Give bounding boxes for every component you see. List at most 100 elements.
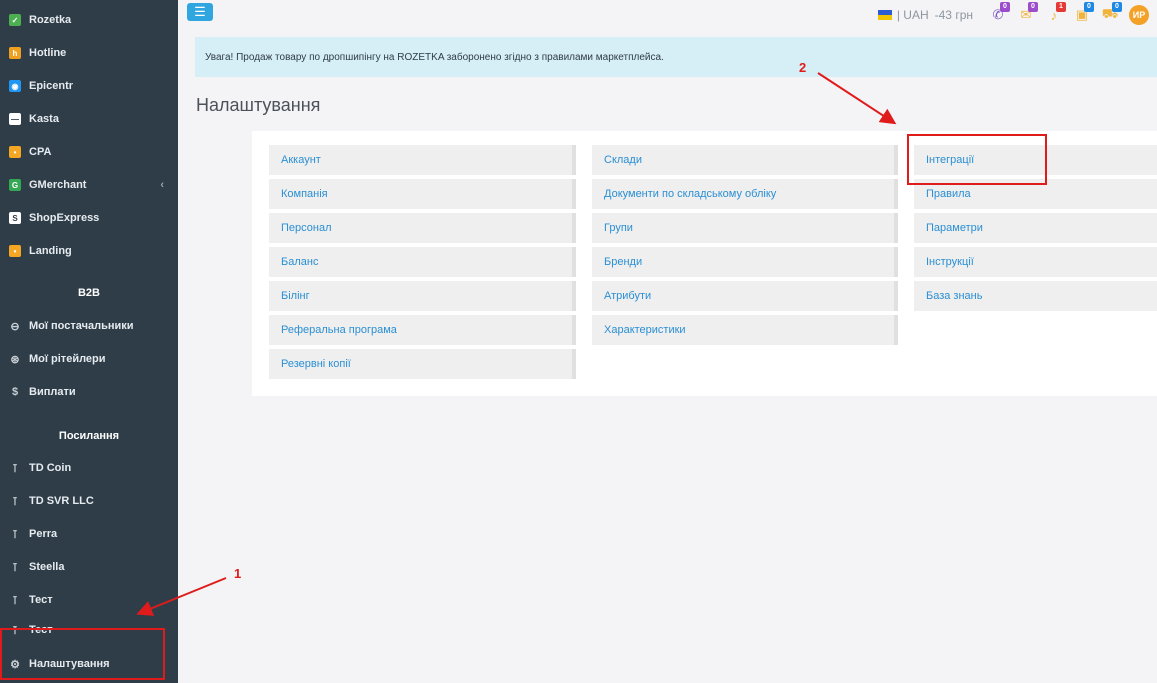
sidebar-item-shopexpress[interactable]: S ShopExpress (0, 202, 178, 234)
box-badge: 0 (1084, 2, 1094, 12)
chat-icon[interactable]: ✉ 0 (1017, 2, 1038, 24)
sidebar-item-retailers[interactable]: ⊛ Мої рітейлери (0, 343, 178, 375)
suppliers-icon: ⊖ (10, 320, 20, 333)
sidebar-item-suppliers[interactable]: ⊖ Мої постачальники (0, 310, 178, 342)
epicentr-icon: ◉ (9, 80, 21, 92)
sidebar-item-link[interactable]: ⊺ Perra (0, 518, 178, 550)
pin-icon: ⊺ (12, 594, 18, 607)
annotation-label-2: 2 (799, 60, 807, 75)
phone-icon[interactable]: ✆ 0 (989, 2, 1010, 24)
sidebar-item-label: Steella (29, 561, 65, 573)
page-title: Налаштування (196, 95, 321, 115)
bell-icon[interactable]: ♪ 1 (1045, 2, 1066, 24)
sidebar-item-label: Epicentr (29, 80, 74, 92)
settings-link-backups[interactable]: Резервні копії (269, 349, 576, 379)
pin-icon: ⊺ (12, 561, 18, 574)
sidebar-item-payouts[interactable]: $ Виплати (0, 376, 178, 408)
settings-link-staff[interactable]: Персонал (269, 213, 576, 243)
cart-icon[interactable]: ⛟ 0 (1101, 2, 1122, 24)
landing-icon: • (9, 245, 21, 257)
rozetka-icon: ✓ (9, 14, 21, 26)
annotation-arrow-2 (817, 72, 897, 125)
menu-toggle-button[interactable]: ☰ (187, 3, 213, 21)
top-bar: ☰ | UAH -43 грн ✆ 0 ✉ 0 ♪ 1 ▣ 0 ⛟ 0 ИР (178, 0, 1157, 30)
top-bar-right: | UAH -43 грн ✆ 0 ✉ 0 ♪ 1 ▣ 0 ⛟ 0 ИР (877, 2, 1149, 26)
sidebar-item-label: Налаштування (29, 658, 110, 670)
sidebar-item-hotline[interactable]: h Hotline (0, 37, 178, 69)
sidebar-item-link[interactable]: ⊺ Тест (0, 584, 178, 616)
sidebar-item-label: Rozetka (29, 14, 72, 26)
sidebar: ✓ Rozetka h Hotline ◉ Epicentr — Kasta •… (0, 0, 178, 683)
sidebar-item-label: Мої рітейлери (29, 353, 106, 365)
settings-link-account[interactable]: Аккаунт (269, 145, 576, 175)
currency-label[interactable]: | UAH (897, 8, 929, 22)
settings-link-parameters[interactable]: Параметри (914, 213, 1157, 243)
sidebar-item-link[interactable]: ⊺ TD SVR LLC (0, 485, 178, 517)
phone-badge: 0 (1000, 2, 1010, 12)
sidebar-item-link[interactable]: ⊺ Тест (0, 617, 178, 643)
balance-label[interactable]: -43 грн (935, 8, 973, 22)
settings-link-balance[interactable]: Баланс (269, 247, 576, 277)
sidebar-item-label: CPA (29, 146, 52, 158)
settings-link-rules[interactable]: Правила (914, 179, 1157, 209)
settings-panel: Аккаунт Компанія Персонал Баланс Білінг … (252, 131, 1157, 396)
sidebar-item-link[interactable]: ⊺ TD Coin (0, 452, 178, 484)
retailers-icon: ⊛ (10, 353, 20, 366)
chat-badge: 0 (1028, 2, 1038, 12)
sidebar-section-links: Посилання (58, 430, 120, 442)
settings-link-billing[interactable]: Білінг (269, 281, 576, 311)
ukraine-flag-icon (877, 10, 892, 20)
chevron-left-icon[interactable]: ‹ (160, 179, 164, 191)
sidebar-item-cpa[interactable]: • CPA (0, 136, 178, 168)
hotline-icon: h (9, 47, 21, 59)
sidebar-item-label: Тест (29, 624, 53, 636)
pin-icon: ⊺ (12, 624, 18, 637)
settings-link-groups[interactable]: Групи (592, 213, 898, 243)
sidebar-item-settings[interactable]: ⚙ Налаштування (0, 648, 178, 680)
settings-link-referral[interactable]: Реферальна програма (269, 315, 576, 345)
settings-link-attributes[interactable]: Атрибути (592, 281, 898, 311)
settings-link-instructions[interactable]: Інструкції (914, 247, 1157, 277)
sidebar-item-epicentr[interactable]: ◉ Epicentr (0, 70, 178, 102)
bell-badge: 1 (1056, 2, 1066, 12)
sidebar-section-b2b: B2B (77, 287, 100, 299)
sidebar-item-link[interactable]: ⊺ Steella (0, 551, 178, 583)
gears-icon: ⚙ (10, 658, 20, 671)
alert-text: Увага! Продаж товару по дропшипінгу на R… (205, 51, 664, 63)
pin-icon: ⊺ (12, 462, 18, 475)
cart-badge: 0 (1112, 2, 1122, 12)
avatar[interactable]: ИР (1129, 5, 1149, 25)
sidebar-item-landing[interactable]: • Landing (0, 235, 178, 267)
sidebar-item-label: TD Coin (29, 462, 72, 474)
dollar-icon: $ (11, 386, 19, 398)
sidebar-item-label: Kasta (29, 113, 59, 125)
settings-link-warehouses[interactable]: Склади (592, 145, 898, 175)
kasta-icon: — (9, 113, 21, 125)
sidebar-item-label: ShopExpress (29, 212, 100, 224)
sidebar-item-label: Perra (29, 528, 58, 540)
settings-link-warehouse-docs[interactable]: Документи по складському обліку (592, 179, 898, 209)
sidebar-item-label: Мої постачальники (29, 320, 134, 332)
settings-link-integrations[interactable]: Інтеграції (914, 145, 1157, 175)
settings-link-characteristics[interactable]: Характеристики (592, 315, 898, 345)
sidebar-item-label: Виплати (29, 386, 76, 398)
sidebar-item-kasta[interactable]: — Kasta (0, 103, 178, 135)
sidebar-item-gmerchant[interactable]: G GMerchant ‹ (0, 169, 178, 201)
sidebar-item-label: Тест (29, 594, 53, 606)
settings-link-knowledge-base[interactable]: База знань (914, 281, 1157, 311)
sidebar-item-label: GMerchant (29, 179, 87, 191)
pin-icon: ⊺ (12, 495, 18, 508)
annotation-label-1: 1 (234, 566, 242, 581)
sidebar-item-label: Hotline (29, 47, 67, 59)
cpa-icon: • (9, 146, 21, 158)
pin-icon: ⊺ (12, 528, 18, 541)
shopexpress-icon: S (9, 212, 21, 224)
dropshipping-alert: Увага! Продаж товару по дропшипінгу на R… (195, 37, 1157, 77)
sidebar-item-label: TD SVR LLC (29, 495, 94, 507)
sidebar-item-label: Landing (29, 245, 72, 257)
sidebar-item-rozetka[interactable]: ✓ Rozetka (0, 4, 178, 36)
box-icon[interactable]: ▣ 0 (1073, 2, 1094, 24)
gmerchant-icon: G (9, 179, 21, 191)
settings-link-company[interactable]: Компанія (269, 179, 576, 209)
settings-link-brands[interactable]: Бренди (592, 247, 898, 277)
